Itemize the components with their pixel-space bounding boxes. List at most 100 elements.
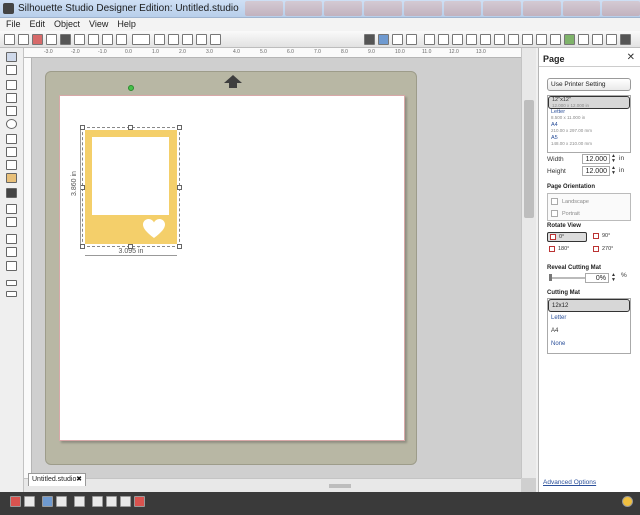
- arc-tool-icon[interactable]: [6, 147, 17, 157]
- layers-icon[interactable]: [6, 247, 17, 257]
- landscape-icon[interactable]: [551, 198, 558, 205]
- reveal-value-field[interactable]: 0%: [585, 273, 609, 283]
- width-stepper[interactable]: ▲ ▼: [611, 154, 617, 164]
- bring-front-icon[interactable]: [120, 496, 131, 507]
- weld-icon[interactable]: [92, 496, 103, 507]
- select-tool-icon[interactable]: [6, 52, 17, 62]
- mat-option[interactable]: None: [548, 338, 630, 351]
- release-compound-icon[interactable]: [56, 496, 67, 507]
- page-size-list[interactable]: 12"x12" 12.000 x 12.000 in Letter 8.500 x …: [547, 95, 631, 153]
- offset-icon[interactable]: [508, 34, 519, 45]
- knife-icon[interactable]: [522, 34, 533, 45]
- vertical-scrollbar[interactable]: [521, 48, 536, 478]
- horizontal-scroll-thumb[interactable]: [329, 484, 351, 488]
- no-entry-icon[interactable]: [536, 34, 547, 45]
- send-back-icon[interactable]: [134, 496, 145, 507]
- menu-help[interactable]: Help: [117, 18, 136, 31]
- new-icon[interactable]: [4, 34, 15, 45]
- use-printer-setting-button[interactable]: Use Printer Setting: [547, 78, 631, 91]
- rotate-icon[interactable]: [480, 34, 491, 45]
- curve-tool-icon[interactable]: [6, 134, 17, 144]
- line-color-icon[interactable]: [578, 34, 589, 45]
- align-icon[interactable]: [424, 34, 435, 45]
- delete-icon[interactable]: [74, 496, 85, 507]
- cut-settings-icon[interactable]: [392, 34, 403, 45]
- line-tool-icon[interactable]: [6, 80, 17, 90]
- advanced-options-link[interactable]: Advanced Options: [543, 479, 596, 486]
- ungroup-icon[interactable]: [24, 496, 35, 507]
- reveal-slider-knob[interactable]: [549, 274, 552, 281]
- fill-color-icon[interactable]: [564, 34, 575, 45]
- eraser-tool-icon[interactable]: [6, 204, 17, 214]
- canvas-area[interactable]: -3.0 -2.0 -1.0 0.0 1.0 2.0 3.0 4.0 5.0 6…: [24, 48, 536, 492]
- resize-handle[interactable]: [177, 244, 182, 249]
- resize-handle[interactable]: [177, 185, 182, 190]
- panel-toggle2-icon[interactable]: [6, 291, 17, 297]
- make-compound-icon[interactable]: [42, 496, 53, 507]
- undo-icon[interactable]: [132, 34, 150, 45]
- group-icon[interactable]: [10, 496, 21, 507]
- reveal-stepper[interactable]: ▲ ▼: [611, 273, 617, 283]
- menu-view[interactable]: View: [89, 18, 108, 31]
- panel-toggle-icon[interactable]: [6, 280, 17, 286]
- portrait-option[interactable]: Portrait: [562, 211, 580, 217]
- resize-handle[interactable]: [128, 125, 133, 130]
- scissors-icon[interactable]: [116, 34, 127, 45]
- edit-points-icon[interactable]: [6, 65, 17, 75]
- trace-icon[interactable]: [406, 34, 417, 45]
- mat-option[interactable]: Letter: [548, 312, 630, 325]
- open-icon[interactable]: [18, 34, 29, 45]
- save-icon[interactable]: [32, 34, 43, 45]
- page-sheet[interactable]: 3.095 in 3.860 in: [59, 85, 405, 441]
- menu-edit[interactable]: Edit: [30, 18, 46, 31]
- print-icon[interactable]: [60, 34, 71, 45]
- rotate-180-option[interactable]: 180°: [547, 245, 587, 255]
- mat-option[interactable]: A4: [548, 325, 630, 338]
- polygon-tool-icon[interactable]: [6, 93, 17, 103]
- offset-bottom-icon[interactable]: [106, 496, 117, 507]
- zoom-select-icon[interactable]: [182, 34, 193, 45]
- smooth-freehand-icon[interactable]: [6, 173, 17, 183]
- zoom-out-icon[interactable]: [168, 34, 179, 45]
- cut-send-icon[interactable]: [74, 34, 85, 45]
- rectangle-tool-icon[interactable]: [6, 106, 17, 116]
- draw-icon[interactable]: [6, 234, 17, 244]
- fit-page-icon[interactable]: [210, 34, 221, 45]
- close-panel-icon[interactable]: ✕: [627, 52, 635, 63]
- rotate-handle[interactable]: [128, 85, 134, 91]
- page-size-option[interactable]: A5 148.00 x 210.00 mm: [548, 135, 630, 148]
- close-tab-icon[interactable]: ✖: [75, 475, 83, 484]
- page-size-option[interactable]: Letter 8.500 x 11.000 in: [548, 109, 630, 122]
- document-tab[interactable]: Untitled.studio ✖: [28, 473, 86, 486]
- knife-tool-icon[interactable]: [6, 217, 17, 227]
- line-style-icon[interactable]: [592, 34, 603, 45]
- height-field[interactable]: 12.000: [582, 166, 610, 176]
- color-wheel-icon[interactable]: [622, 496, 633, 507]
- cutting-mat-list[interactable]: 12x12 Letter A4 None: [547, 298, 631, 354]
- freehand-tool-icon[interactable]: [6, 160, 17, 170]
- library-icon[interactable]: [46, 34, 57, 45]
- transform-icon[interactable]: [466, 34, 477, 45]
- text-tool-icon[interactable]: [6, 188, 17, 198]
- store-icon[interactable]: [620, 34, 631, 45]
- pan-tool-icon[interactable]: [6, 261, 17, 271]
- mat-option[interactable]: 12x12: [548, 299, 630, 312]
- page-size-option[interactable]: A4 210.00 x 297.00 mm: [548, 122, 630, 135]
- rotate-0-option[interactable]: 0°: [547, 232, 587, 242]
- pan-icon[interactable]: [196, 34, 207, 45]
- page-setup-icon[interactable]: [364, 34, 375, 45]
- gradient-icon[interactable]: [606, 34, 617, 45]
- width-field[interactable]: 12.000: [582, 154, 610, 164]
- rotate-270-option[interactable]: 270°: [591, 245, 631, 255]
- zoom-in-icon[interactable]: [154, 34, 165, 45]
- replicate-icon[interactable]: [438, 34, 449, 45]
- vertical-scroll-thumb[interactable]: [524, 100, 534, 218]
- text-style-icon[interactable]: [452, 34, 463, 45]
- height-stepper[interactable]: ▲ ▼: [611, 166, 617, 176]
- portrait-icon[interactable]: [551, 210, 558, 217]
- paste-icon[interactable]: [102, 34, 113, 45]
- menu-file[interactable]: File: [6, 18, 21, 31]
- horizontal-scrollbar[interactable]: [24, 478, 521, 492]
- copy-icon[interactable]: [88, 34, 99, 45]
- resize-handle[interactable]: [177, 125, 182, 130]
